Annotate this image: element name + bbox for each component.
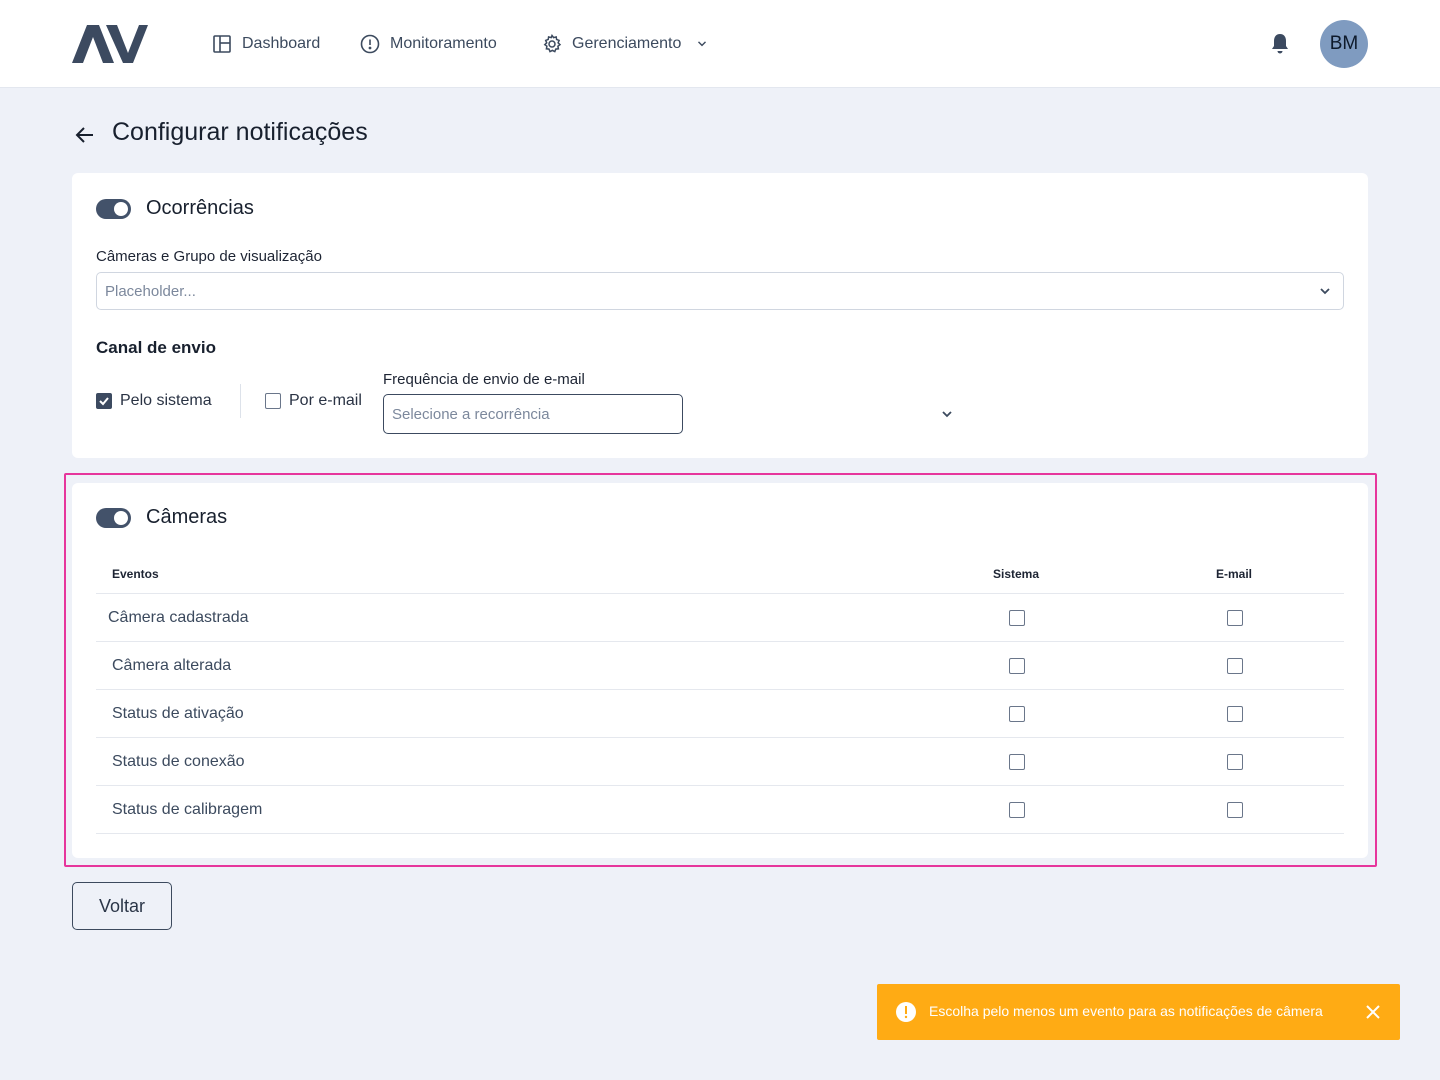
nav-gerenciamento[interactable]: Gerenciamento xyxy=(542,32,709,56)
email-event-checkbox[interactable] xyxy=(1227,706,1243,722)
email-event-checkbox[interactable] xyxy=(1227,610,1243,626)
column-header-email: E-mail xyxy=(1216,567,1253,581)
system-event-checkbox[interactable] xyxy=(1009,610,1025,626)
frequency-placeholder: Selecione a recorrência xyxy=(392,405,550,423)
email-checkbox[interactable] xyxy=(265,393,281,409)
system-event-checkbox[interactable] xyxy=(1009,754,1025,770)
page-title: Configurar notificações xyxy=(112,118,368,146)
system-checkbox[interactable] xyxy=(96,393,112,409)
cameras-group-label: Câmeras e Grupo de visualização xyxy=(96,248,322,265)
email-event-checkbox[interactable] xyxy=(1227,802,1243,818)
cameras-group-select[interactable]: Placeholder... xyxy=(96,272,1344,310)
table-divider xyxy=(96,833,1344,834)
toast-message: Escolha pelo menos um evento para as not… xyxy=(929,1003,1323,1019)
occurrences-toggle[interactable] xyxy=(96,199,131,219)
column-header-events: Eventos xyxy=(112,567,159,581)
system-event-checkbox[interactable] xyxy=(1009,706,1025,722)
occurrences-title: Ocorrências xyxy=(146,197,254,219)
user-avatar[interactable]: BM xyxy=(1320,20,1368,68)
frequency-label: Frequência de envio de e-mail xyxy=(383,371,585,388)
table-row-label: Status de conexão xyxy=(112,753,245,770)
warning-icon xyxy=(896,1002,916,1022)
layout-icon xyxy=(213,35,231,53)
table-row-label: Câmera cadastrada xyxy=(108,609,249,626)
channel-title: Canal de envio xyxy=(96,338,216,357)
nav-monitoramento-label: Monitoramento xyxy=(390,35,497,52)
nav-dashboard-label: Dashboard xyxy=(242,35,321,52)
cameras-title: Câmeras xyxy=(146,506,228,528)
system-label[interactable]: Pelo sistema xyxy=(120,392,212,410)
system-event-checkbox[interactable] xyxy=(1009,658,1025,674)
warning-toast: Escolha pelo menos um evento para as not… xyxy=(877,984,1400,1040)
av-logo[interactable] xyxy=(72,25,148,63)
nav-monitoramento[interactable]: Monitoramento xyxy=(360,32,497,56)
email-event-checkbox[interactable] xyxy=(1227,658,1243,674)
chevron-down-icon[interactable] xyxy=(940,407,954,421)
nav-dashboard[interactable]: Dashboard xyxy=(212,32,320,56)
alert-circle-icon xyxy=(360,34,380,54)
table-divider xyxy=(96,737,1344,738)
nav-gerenciamento-label: Gerenciamento xyxy=(572,35,682,52)
chevron-down-icon xyxy=(1320,288,1330,295)
table-divider xyxy=(96,689,1344,690)
table-divider xyxy=(96,593,1344,594)
table-divider xyxy=(96,641,1344,642)
channel-divider xyxy=(240,384,241,418)
email-label[interactable]: Por e-mail xyxy=(289,392,362,410)
email-event-checkbox[interactable] xyxy=(1227,754,1243,770)
occurrences-card xyxy=(72,173,1368,458)
cameras-toggle[interactable] xyxy=(96,508,131,528)
check-icon xyxy=(99,397,109,406)
column-header-system: Sistema xyxy=(993,567,1040,581)
cameras-card xyxy=(72,483,1368,858)
top-navigation-bar: Dashboard Monitoramento Gerenciamento BM xyxy=(0,0,1440,88)
bell-icon[interactable] xyxy=(1269,32,1291,56)
table-row-label: Status de ativação xyxy=(112,705,244,722)
table-divider xyxy=(96,785,1344,786)
close-icon[interactable] xyxy=(1364,1003,1382,1021)
table-row-label: Câmera alterada xyxy=(112,657,232,674)
cameras-group-placeholder: Placeholder... xyxy=(105,282,196,300)
table-row-label: Status de calibragem xyxy=(112,801,263,818)
chevron-down-icon xyxy=(698,41,707,47)
back-arrow-icon[interactable] xyxy=(74,124,96,146)
frequency-select[interactable]: Selecione a recorrência xyxy=(383,394,683,434)
system-event-checkbox[interactable] xyxy=(1009,802,1025,818)
back-button[interactable]: Voltar xyxy=(72,882,172,930)
gear-icon xyxy=(543,34,562,53)
